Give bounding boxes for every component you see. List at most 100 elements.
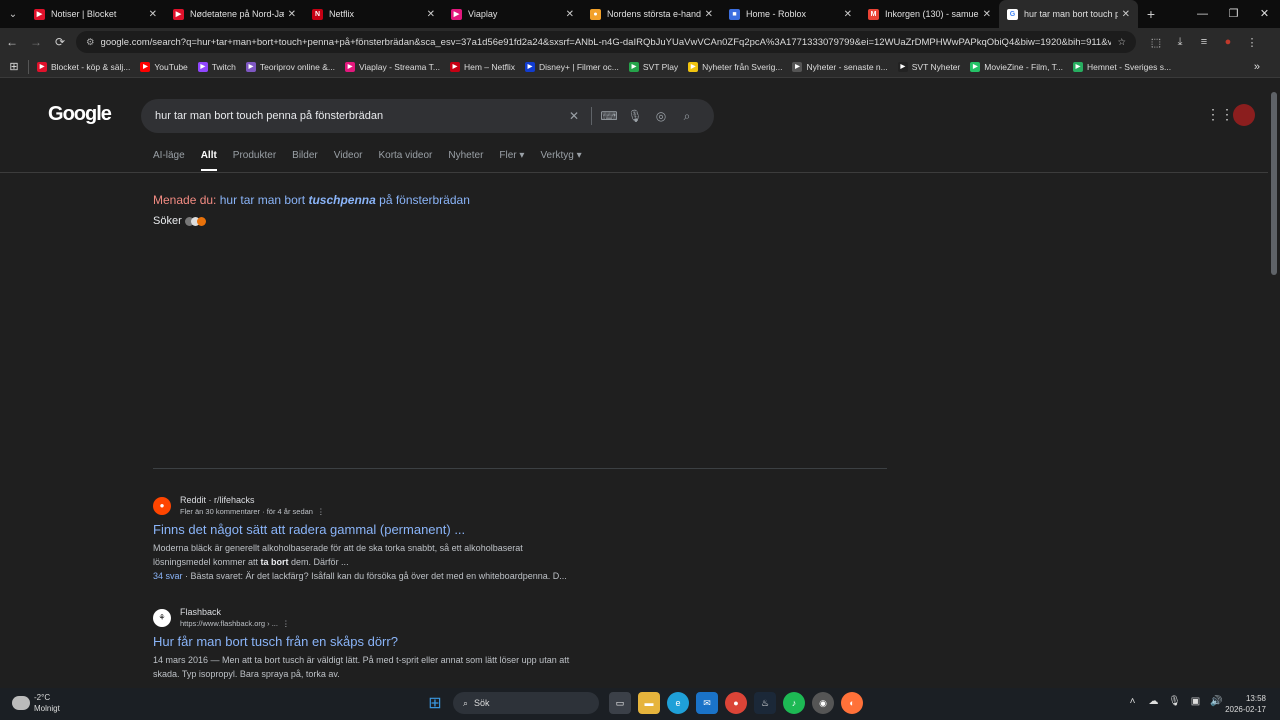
tab-favicon-icon: N bbox=[312, 8, 323, 20]
search-tab[interactable]: Fler ▾ bbox=[499, 150, 524, 171]
bookmark-item[interactable]: ▶ Nyheter från Sverig... bbox=[688, 61, 782, 72]
new-tab-button[interactable]: + bbox=[1138, 6, 1164, 22]
browser-tab[interactable]: ■ Home - Roblox ✕ bbox=[721, 0, 860, 28]
browser-tab[interactable]: ▶ Viaplay ✕ bbox=[443, 0, 582, 28]
account-avatar[interactable] bbox=[1233, 104, 1255, 126]
tab-close-icon[interactable]: ✕ bbox=[566, 9, 574, 20]
minimize-icon[interactable]: — bbox=[1187, 0, 1218, 28]
clock[interactable]: 13:58 2026-02-17 bbox=[1225, 693, 1266, 715]
browser-tab[interactable]: M Inkorgen (130) - samuel.e ✕ bbox=[860, 0, 999, 28]
maximize-icon[interactable]: ❐ bbox=[1218, 0, 1249, 28]
browser-tab[interactable]: ▶ Notiser | Blocket ✕ bbox=[26, 0, 165, 28]
tab-close-icon[interactable]: ✕ bbox=[705, 9, 713, 20]
reload-icon[interactable]: ⟳ bbox=[48, 35, 72, 49]
more-bookmarks-icon[interactable]: » bbox=[1254, 61, 1260, 73]
bookmark-favicon-icon: ▶ bbox=[37, 61, 47, 72]
search-result: ● Reddit · r/lifehacks Fler än 30 kommen… bbox=[153, 495, 593, 583]
search-query[interactable]: hur tar man bort touch penna på fönsterb… bbox=[155, 110, 561, 122]
url-bar[interactable]: ⚙ google.com/search?q=hur+tar+man+bort+t… bbox=[76, 31, 1136, 53]
close-window-icon[interactable]: ✕ bbox=[1249, 0, 1280, 28]
search-tab[interactable]: Videor bbox=[334, 150, 363, 171]
browser-tab[interactable]: G hur tar man bort touch p ✕ bbox=[999, 0, 1138, 28]
tab-title: Inkorgen (130) - samuel.e bbox=[885, 9, 979, 19]
did-you-mean-label: Menade du: bbox=[153, 193, 217, 207]
tab-close-icon[interactable]: ✕ bbox=[288, 9, 296, 20]
tab-close-icon[interactable]: ✕ bbox=[1122, 9, 1130, 20]
search-tab[interactable]: Nyheter bbox=[448, 150, 483, 171]
search-tab[interactable]: Allt bbox=[200, 150, 217, 171]
bookmark-item[interactable]: ▶ Hem – Netflix bbox=[449, 61, 515, 72]
start-icon[interactable]: ⊞ bbox=[424, 692, 446, 714]
menu-icon[interactable]: ⋮ bbox=[1240, 36, 1264, 49]
result-source: Reddit · r/lifehacks bbox=[180, 495, 255, 505]
media-icon[interactable]: ≡ bbox=[1192, 36, 1216, 49]
bookmark-item[interactable]: ▶ Blocket - köp & sälj... bbox=[37, 61, 130, 72]
site-info-icon[interactable]: ⚙ bbox=[86, 37, 95, 48]
page-scrollbar[interactable] bbox=[1268, 78, 1280, 688]
tab-close-icon[interactable]: ✕ bbox=[983, 9, 991, 20]
tab-favicon-icon: ● bbox=[590, 8, 601, 20]
bookmark-item[interactable]: ▶ SVT Play bbox=[628, 61, 678, 72]
tab-title: Notiser | Blocket bbox=[51, 9, 117, 19]
forward-icon[interactable]: → bbox=[24, 35, 48, 49]
windows-taskbar: -2°C Molnigt ⊞ ⌕ Sök ▭ ▬ e ✉ ● ♨ ♪ ◉ ◐ ˄ ☁… bbox=[0, 688, 1280, 720]
bookmark-item[interactable]: ▶ Disney+ | Filmer oc... bbox=[524, 61, 619, 72]
file-explorer-icon[interactable]: ▬ bbox=[638, 692, 660, 714]
search-tab[interactable]: AI-läge bbox=[153, 150, 185, 171]
bookmark-item[interactable]: ▶ SVT Nyheter bbox=[897, 61, 960, 72]
profile-icon[interactable]: ● bbox=[1216, 36, 1240, 49]
extensions-icon[interactable]: ⬚ bbox=[1144, 36, 1168, 49]
weather-widget[interactable]: -2°C Molnigt bbox=[12, 692, 60, 714]
search-box[interactable]: hur tar man bort touch penna på fönsterb… bbox=[141, 99, 714, 133]
bookmark-item[interactable]: ▶ Hemnet - Sveriges s... bbox=[1072, 61, 1171, 72]
apps-grid-icon[interactable]: ⊞ bbox=[0, 60, 28, 73]
search-tab[interactable]: Verktyg ▾ bbox=[540, 150, 581, 171]
bookmark-item[interactable]: ▶ Viaplay - Streama T... bbox=[345, 61, 440, 72]
result-title-link[interactable]: Finns det något sätt att radera gammal (… bbox=[153, 522, 593, 537]
result-title-link[interactable]: Hur får man bort tusch från en skåps dör… bbox=[153, 634, 593, 649]
chrome-icon[interactable]: ● bbox=[725, 692, 747, 714]
spotify-icon[interactable]: ♪ bbox=[783, 692, 805, 714]
bookmark-item[interactable]: ▶ Twitch bbox=[197, 61, 236, 72]
tab-close-icon[interactable]: ✕ bbox=[844, 9, 852, 20]
keyboard-icon[interactable]: ⌨ bbox=[596, 109, 622, 123]
bookmark-item[interactable]: ▶ Teoriprov online &... bbox=[245, 61, 335, 72]
search-icon[interactable]: ⌕ bbox=[674, 109, 700, 124]
search-tab[interactable]: Korta videor bbox=[378, 150, 432, 171]
lens-icon[interactable]: ◎ bbox=[648, 109, 674, 123]
browser-tab[interactable]: ▶ Nødetatene på Nord-Jæren ✕ bbox=[165, 0, 304, 28]
mic-tray-icon[interactable]: 🎙 bbox=[1164, 696, 1185, 707]
firefox-icon[interactable]: ◐ bbox=[841, 692, 863, 714]
microphone-icon[interactable]: 🎙 bbox=[622, 109, 648, 123]
browser-tab[interactable]: N Netflix ✕ bbox=[304, 0, 443, 28]
search-tab[interactable]: Produkter bbox=[233, 150, 276, 171]
bookmark-item[interactable]: ▶ Nyheter - senaste n... bbox=[792, 61, 888, 72]
answers-link[interactable]: 34 svar bbox=[153, 571, 183, 581]
download-icon[interactable]: ⤓ bbox=[1168, 36, 1192, 49]
outlook-icon[interactable]: ✉ bbox=[696, 692, 718, 714]
tray-chevron-icon[interactable]: ˄ bbox=[1122, 696, 1143, 707]
back-icon[interactable]: ← bbox=[0, 35, 24, 49]
tab-close-icon[interactable]: ✕ bbox=[149, 9, 157, 20]
steam-icon[interactable]: ♨ bbox=[754, 692, 776, 714]
bookmark-star-icon[interactable]: ☆ bbox=[1117, 37, 1126, 48]
browser-tab[interactable]: ● Nordens största e-handlare ✕ bbox=[582, 0, 721, 28]
taskbar-search[interactable]: ⌕ Sök bbox=[453, 692, 599, 714]
did-you-mean-link[interactable]: hur tar man bort tuschpenna på fönsterbr… bbox=[220, 193, 470, 207]
clear-icon[interactable]: ✕ bbox=[561, 109, 587, 123]
bookmark-item[interactable]: ▶ YouTube bbox=[140, 61, 188, 72]
network-icon[interactable]: ▣ bbox=[1185, 696, 1206, 707]
tab-title: hur tar man bort touch p bbox=[1024, 9, 1118, 19]
bookmark-item[interactable]: ▶ MovieZine - Film, T... bbox=[970, 61, 1063, 72]
browser-tab-strip: ⌄ ▶ Notiser | Blocket ✕ ▶ Nødetatene på N… bbox=[0, 0, 1280, 28]
result-meta: Fler än 30 kommentarer · för 4 år sedan … bbox=[180, 507, 325, 516]
cloud-sync-icon[interactable]: ☁ bbox=[1143, 696, 1164, 707]
tab-search-icon[interactable]: ⌄ bbox=[0, 0, 26, 28]
edge-icon[interactable]: e bbox=[667, 692, 689, 714]
search-tab[interactable]: Bilder bbox=[292, 150, 318, 171]
tab-close-icon[interactable]: ✕ bbox=[427, 9, 435, 20]
app-icon[interactable]: ◉ bbox=[812, 692, 834, 714]
task-view-icon[interactable]: ▭ bbox=[609, 692, 631, 714]
volume-icon[interactable]: 🔊 bbox=[1206, 696, 1227, 707]
google-logo[interactable]: Google bbox=[48, 103, 112, 126]
